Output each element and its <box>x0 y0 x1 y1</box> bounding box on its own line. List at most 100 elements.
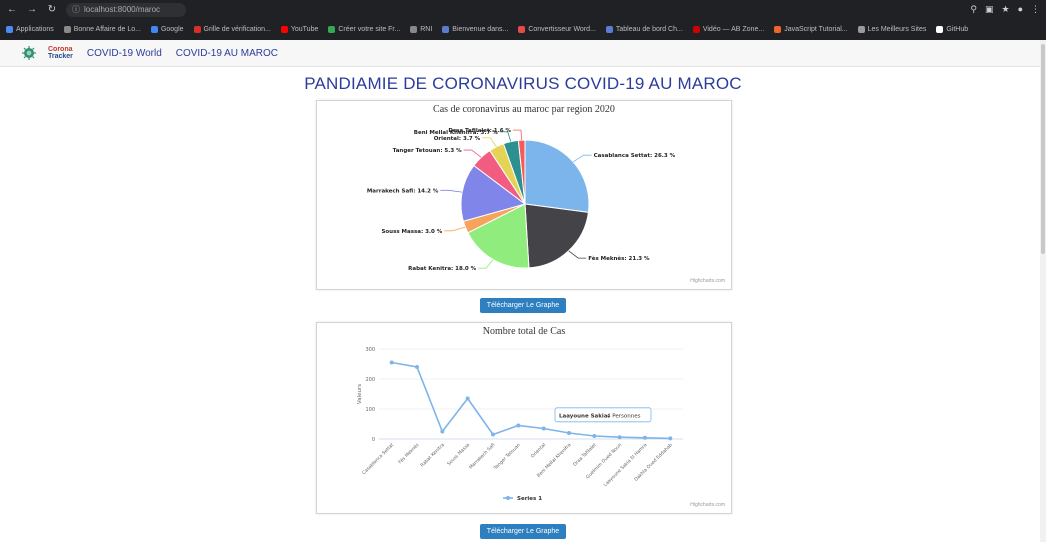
pie-slice-label: Draa Tafilalet: 1.6 % <box>448 128 511 134</box>
menu-icon[interactable]: ⋮ <box>1031 4 1040 15</box>
bookmark-item[interactable]: JavaScript Tutorial... <box>774 26 848 33</box>
bookmark-favicon-icon <box>936 26 944 33</box>
data-point[interactable] <box>541 426 546 431</box>
bookmark-favicon-icon <box>6 26 13 33</box>
pie-slice-label: Souss Massa: 3.0 % <box>381 229 442 235</box>
bookmark-item[interactable]: RNI <box>410 26 432 33</box>
bookmark-favicon-icon <box>63 26 71 33</box>
data-point[interactable] <box>440 429 445 434</box>
x-tick-label: Fès Meknès <box>397 441 421 465</box>
forward-icon[interactable]: → <box>26 4 38 15</box>
bookmark-favicon-icon <box>518 26 526 33</box>
bookmark-favicon-icon <box>774 26 782 33</box>
data-point[interactable] <box>617 435 622 440</box>
pie-connector <box>572 154 592 163</box>
tooltip-label: Laayoune Sakia: <box>559 413 610 419</box>
pie-slice[interactable] <box>524 139 590 213</box>
bookmark-label: Créer votre site Fr... <box>338 26 401 33</box>
browser-chrome: ← → ↻ ⓘ localhost:8000/maroc ⚲ ▣ ★ ● ⋮ A… <box>0 0 1046 40</box>
y-tick-label: 300 <box>365 347 375 353</box>
line-chart: 0 100 200 300 Valeurs Casablanca Settat Fès Me… <box>357 347 683 502</box>
bookmark-label: Les Meilleurs Sites <box>867 26 927 33</box>
bookmark-item[interactable]: Créer votre site Fr... <box>328 26 400 33</box>
bookmark-favicon-icon <box>692 26 700 33</box>
bookmarks-bar: Applications Bonne Affaire de Lo... Google… <box>0 19 1046 40</box>
bookmark-item[interactable]: Vidéo — AB Zone... <box>692 26 765 33</box>
download-pie-chart-button[interactable]: Télécharger Le Graphe <box>480 298 566 313</box>
site-logo[interactable]: Corona Tracker <box>14 45 73 61</box>
bookmark-item[interactable]: Bienvenue dans... <box>442 26 508 33</box>
data-point[interactable] <box>415 365 419 369</box>
pie-connector <box>478 259 494 269</box>
logo-line-2: Tracker <box>48 53 73 60</box>
bookmark-label: YouTube <box>290 26 319 33</box>
legend-marker <box>506 496 510 500</box>
data-point[interactable] <box>567 431 571 435</box>
pie-chart-credits[interactable]: Highcharts.com <box>690 278 725 284</box>
bookmark-item[interactable]: GitHub <box>936 26 968 33</box>
profile-icon[interactable]: ● <box>1018 4 1023 15</box>
bookmark-favicon-icon <box>280 26 288 33</box>
data-point[interactable] <box>491 432 495 437</box>
bookmark-item[interactable]: Les Meilleurs Sites <box>857 26 927 33</box>
reload-icon[interactable]: ↻ <box>46 4 58 15</box>
x-tick-label: Laayoune Sakia El Hamra <box>603 442 649 488</box>
bookmark-item[interactable]: Tableau de bord Ch... <box>605 26 683 33</box>
bookmark-item[interactable]: Applications <box>6 26 54 33</box>
bookmark-favicon-icon <box>605 26 613 33</box>
data-point[interactable] <box>465 396 470 401</box>
x-tick-label: Marrakech Safi <box>468 442 496 470</box>
y-axis-label: Valeurs <box>357 384 363 404</box>
url-bar[interactable]: ⓘ localhost:8000/maroc <box>66 2 186 17</box>
bookmark-item[interactable]: Grille de vérification... <box>193 26 271 33</box>
bookmark-label: Convertisseur Word... <box>528 26 596 33</box>
bookmark-label: Tableau de bord Ch... <box>615 26 683 33</box>
data-point[interactable] <box>592 434 597 438</box>
nav-link-world[interactable]: COVID-19 World <box>87 48 162 59</box>
nav-link-maroc[interactable]: COVID-19 AU MAROC <box>176 48 278 59</box>
data-point[interactable] <box>668 436 673 441</box>
site-navbar: Corona Tracker COVID-19 World COVID-19 A… <box>0 40 1040 67</box>
data-point[interactable] <box>516 423 521 428</box>
page-title: PANDIAMIE DE CORONAVIRUS COVID-19 AU MAR… <box>304 74 742 93</box>
download-line-chart-button[interactable]: Télécharger Le Graphe <box>480 524 566 539</box>
y-tick-label: 200 <box>365 377 375 383</box>
pie-slice-label: Rabat Kenitra: 18.0 % <box>408 266 476 272</box>
x-tick-label: Tanger Tetouan <box>492 442 522 472</box>
line-chart-card: Nombre total de Cas 0 100 200 300 Valeurs Cas… <box>316 322 732 514</box>
bookmark-favicon-icon <box>193 26 201 33</box>
star-icon[interactable]: ★ <box>1001 4 1009 15</box>
pie-chart-card: Cas de coronavirus au maroc par region 2… <box>316 100 732 290</box>
line-chart-credits[interactable]: Highcharts.com <box>690 502 725 508</box>
pie-connector <box>568 250 587 259</box>
bookmark-label: Google <box>160 26 184 33</box>
data-point[interactable] <box>389 360 394 365</box>
virus-logo-icon <box>22 46 36 60</box>
back-icon[interactable]: ← <box>6 4 18 15</box>
tooltip-value: 4 Personnes <box>607 413 641 419</box>
search-icon[interactable]: ⚲ <box>970 4 977 15</box>
address-row: ← → ↻ ⓘ localhost:8000/maroc ⚲ ▣ ★ ● ⋮ <box>0 0 1046 19</box>
bookmark-label: Bienvenue dans... <box>452 26 509 33</box>
bookmark-favicon-icon <box>857 26 865 33</box>
series-line[interactable] <box>391 361 671 440</box>
bookmark-favicon-icon <box>150 26 158 33</box>
bookmark-label: Vidéo — AB Zone... <box>702 26 765 33</box>
extension-icon[interactable]: ▣ <box>985 4 994 15</box>
bookmark-item[interactable]: Google <box>150 26 184 33</box>
pie-connector <box>463 149 482 158</box>
data-point[interactable] <box>643 435 647 440</box>
toolbar-icons: ⚲ ▣ ★ ● ⋮ <box>970 4 1040 15</box>
x-tick-label: Oriental <box>530 442 547 459</box>
bookmark-item[interactable]: YouTube <box>280 26 319 33</box>
bookmark-label: Bonne Affaire de Lo... <box>73 26 141 33</box>
pie-connector <box>482 137 497 147</box>
bookmark-favicon-icon <box>328 26 336 33</box>
chart-tooltip: Laayoune Sakia:4 Personnes <box>554 407 652 423</box>
bookmark-item[interactable]: Convertisseur Word... <box>518 26 596 33</box>
x-tick-label: Draa Tafilalet <box>572 442 598 468</box>
bookmark-item[interactable]: Bonne Affaire de Lo... <box>63 26 141 33</box>
bookmark-label: GitHub <box>946 26 969 33</box>
legend-label[interactable]: Series 1 <box>517 496 542 502</box>
bookmark-label: JavaScript Tutorial... <box>784 26 848 33</box>
